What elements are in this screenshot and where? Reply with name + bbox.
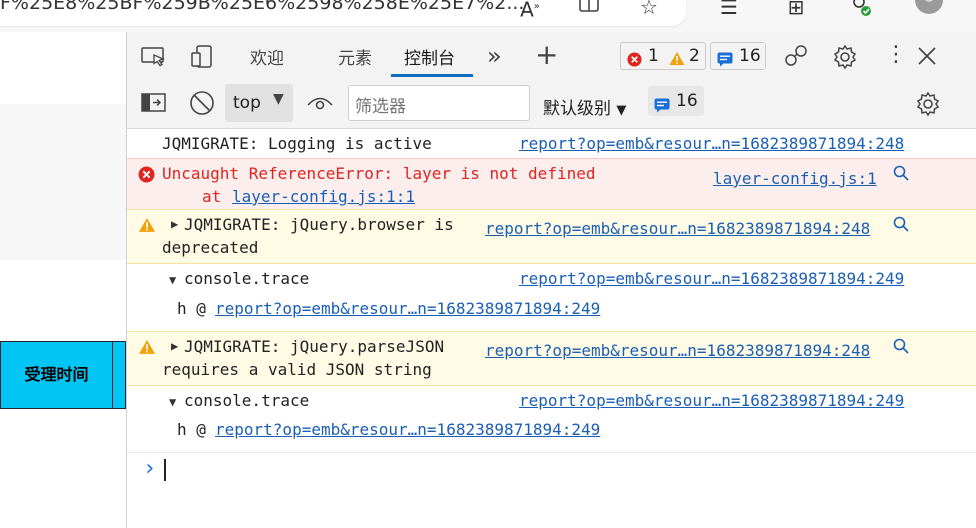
inspect-element-icon[interactable]	[141, 46, 167, 73]
device-emulation-icon[interactable]	[190, 45, 216, 74]
console-message-warning: ▶ JQMIGRATE: jQuery.parseJSON requires a…	[127, 331, 976, 386]
profile-avatar-icon[interactable]	[914, 0, 943, 20]
expand-triangle-icon[interactable]: ▶	[171, 217, 178, 231]
trace-frame-fn: h @	[177, 420, 206, 439]
context-value: top	[233, 93, 261, 113]
warning-text-line2: deprecated	[162, 238, 259, 257]
text-cursor	[164, 459, 166, 481]
warning-count: 2	[689, 46, 700, 66]
console-message-error: Uncaught ReferenceError: layer is not de…	[127, 158, 976, 210]
filter-input[interactable]	[348, 85, 530, 121]
message-text: JQMIGRATE: Logging is active	[162, 134, 432, 153]
console-prompt[interactable]: ›	[127, 453, 976, 493]
error-icon	[627, 49, 642, 75]
devtools-panel: 欢迎 元素 控制台 » + 1 2 16 ⋮ top ▼ 筛选器 默认级别 ▼ …	[126, 32, 976, 528]
warning-text-line1: JQMIGRATE: jQuery.parseJSON	[184, 337, 445, 356]
live-expression-eye-icon[interactable]	[307, 94, 333, 117]
tab-welcome[interactable]: 欢迎	[250, 44, 284, 69]
search-source-icon[interactable]	[893, 216, 909, 236]
read-aloud-icon[interactable]: A»	[517, 0, 543, 22]
search-source-icon[interactable]	[893, 165, 909, 185]
console-settings-gear-icon[interactable]	[915, 91, 941, 122]
message-count: 16	[739, 46, 761, 66]
warning-icon	[138, 339, 156, 359]
sidebar-toggle-icon[interactable]	[141, 93, 167, 118]
log-levels-label: 默认级别	[543, 99, 611, 119]
address-bar[interactable]: F%25E8%25BF%259B%25E6%2598%258E%25E7%2..…	[0, 0, 686, 26]
warning-icon	[669, 48, 685, 74]
trace-text: console.trace	[184, 391, 310, 410]
source-link[interactable]: report?op=emb&resour…n=1682389871894:248	[485, 341, 870, 360]
chevron-down-icon: ▼	[616, 103, 627, 118]
clear-console-icon[interactable]	[189, 90, 215, 121]
table-header-cell-next	[113, 341, 126, 409]
split-screen-icon[interactable]	[576, 0, 602, 20]
warning-text-line1: JQMIGRATE: jQuery.browser is	[184, 215, 454, 234]
devtools-tabbar: 欢迎 元素 控制台 » + 1 2 16 ⋮	[127, 32, 976, 81]
console-toolbar: top ▼ 默认级别 ▼ 16	[127, 80, 976, 129]
message-icon	[654, 93, 670, 123]
extension-icon[interactable]	[848, 0, 874, 20]
context-select[interactable]: top ▼	[225, 84, 293, 122]
expand-triangle-icon[interactable]: ▶	[171, 339, 178, 353]
source-link[interactable]: report?op=emb&resour…n=1682389871894:249	[519, 391, 904, 410]
close-devtools-icon[interactable]	[917, 46, 937, 71]
collapse-triangle-icon[interactable]: ▼	[169, 273, 176, 287]
message-counter[interactable]: 16	[710, 42, 766, 70]
source-link[interactable]: report?op=emb&resour…n=1682389871894:248	[485, 219, 870, 238]
table-header-cell: 受理时间	[0, 341, 113, 409]
console-message-warning: ▶ JQMIGRATE: jQuery.browser is deprecate…	[127, 209, 976, 264]
trace-text: console.trace	[184, 269, 310, 288]
issue-counters[interactable]: 1 2	[620, 42, 706, 70]
error-icon	[138, 166, 155, 187]
tab-elements[interactable]: 元素	[338, 44, 372, 69]
tab-console[interactable]: 控制台	[404, 44, 455, 69]
prompt-chevron-icon: ›	[143, 456, 157, 481]
collapse-triangle-icon[interactable]: ▼	[169, 395, 176, 409]
trace-frame-link[interactable]: report?op=emb&resour…n=1682389871894:249	[215, 299, 600, 318]
error-text: Uncaught ReferenceError: layer is not de…	[162, 164, 596, 183]
issues-count: 16	[676, 91, 698, 111]
log-levels-dropdown[interactable]: 默认级别 ▼	[543, 94, 626, 119]
favorites-list-icon[interactable]: ☰	[716, 0, 742, 20]
source-link[interactable]: report?op=emb&resour…n=1682389871894:249	[519, 269, 904, 288]
network-conditions-icon[interactable]	[783, 44, 809, 73]
more-options-icon[interactable]: ⋮	[885, 42, 907, 67]
message-icon	[717, 49, 733, 75]
add-tab-icon[interactable]: +	[535, 38, 558, 71]
collections-icon[interactable]: ⊞	[783, 0, 809, 20]
page-content: 受理时间	[0, 32, 126, 528]
settings-gear-icon[interactable]	[832, 44, 858, 75]
warning-text-line2: requires a valid JSON string	[162, 360, 432, 379]
error-at-label: at	[202, 187, 222, 206]
source-link[interactable]: layer-config.js:1	[713, 169, 877, 188]
trace-frame-fn: h @	[177, 299, 206, 318]
console-message-log: JQMIGRATE: Logging is active report?op=e…	[127, 129, 976, 159]
source-link[interactable]: report?op=emb&resour…n=1682389871894:248	[519, 134, 904, 153]
chevron-down-icon: ▼	[273, 91, 284, 107]
url-text[interactable]: F%25E8%25BF%259B%25E6%2598%258E%25E7%2..…	[0, 0, 524, 14]
error-stack-link[interactable]: layer-config.js:1:1	[232, 187, 415, 206]
favorite-star-icon[interactable]: ☆	[636, 0, 662, 20]
console-message-trace: ▼ console.trace report?op=emb&resour…n=1…	[127, 263, 976, 332]
error-count: 1	[648, 46, 659, 66]
active-tab-indicator	[391, 74, 473, 77]
page-gray-area	[0, 104, 126, 260]
console-message-trace: ▼ console.trace report?op=emb&resour…n=1…	[127, 385, 976, 453]
trace-frame-link[interactable]: report?op=emb&resour…n=1682389871894:249	[215, 420, 600, 439]
search-source-icon[interactable]	[893, 338, 909, 358]
issues-button[interactable]: 16	[648, 86, 704, 116]
warning-icon	[138, 217, 156, 237]
more-tabs-icon[interactable]: »	[487, 42, 502, 70]
